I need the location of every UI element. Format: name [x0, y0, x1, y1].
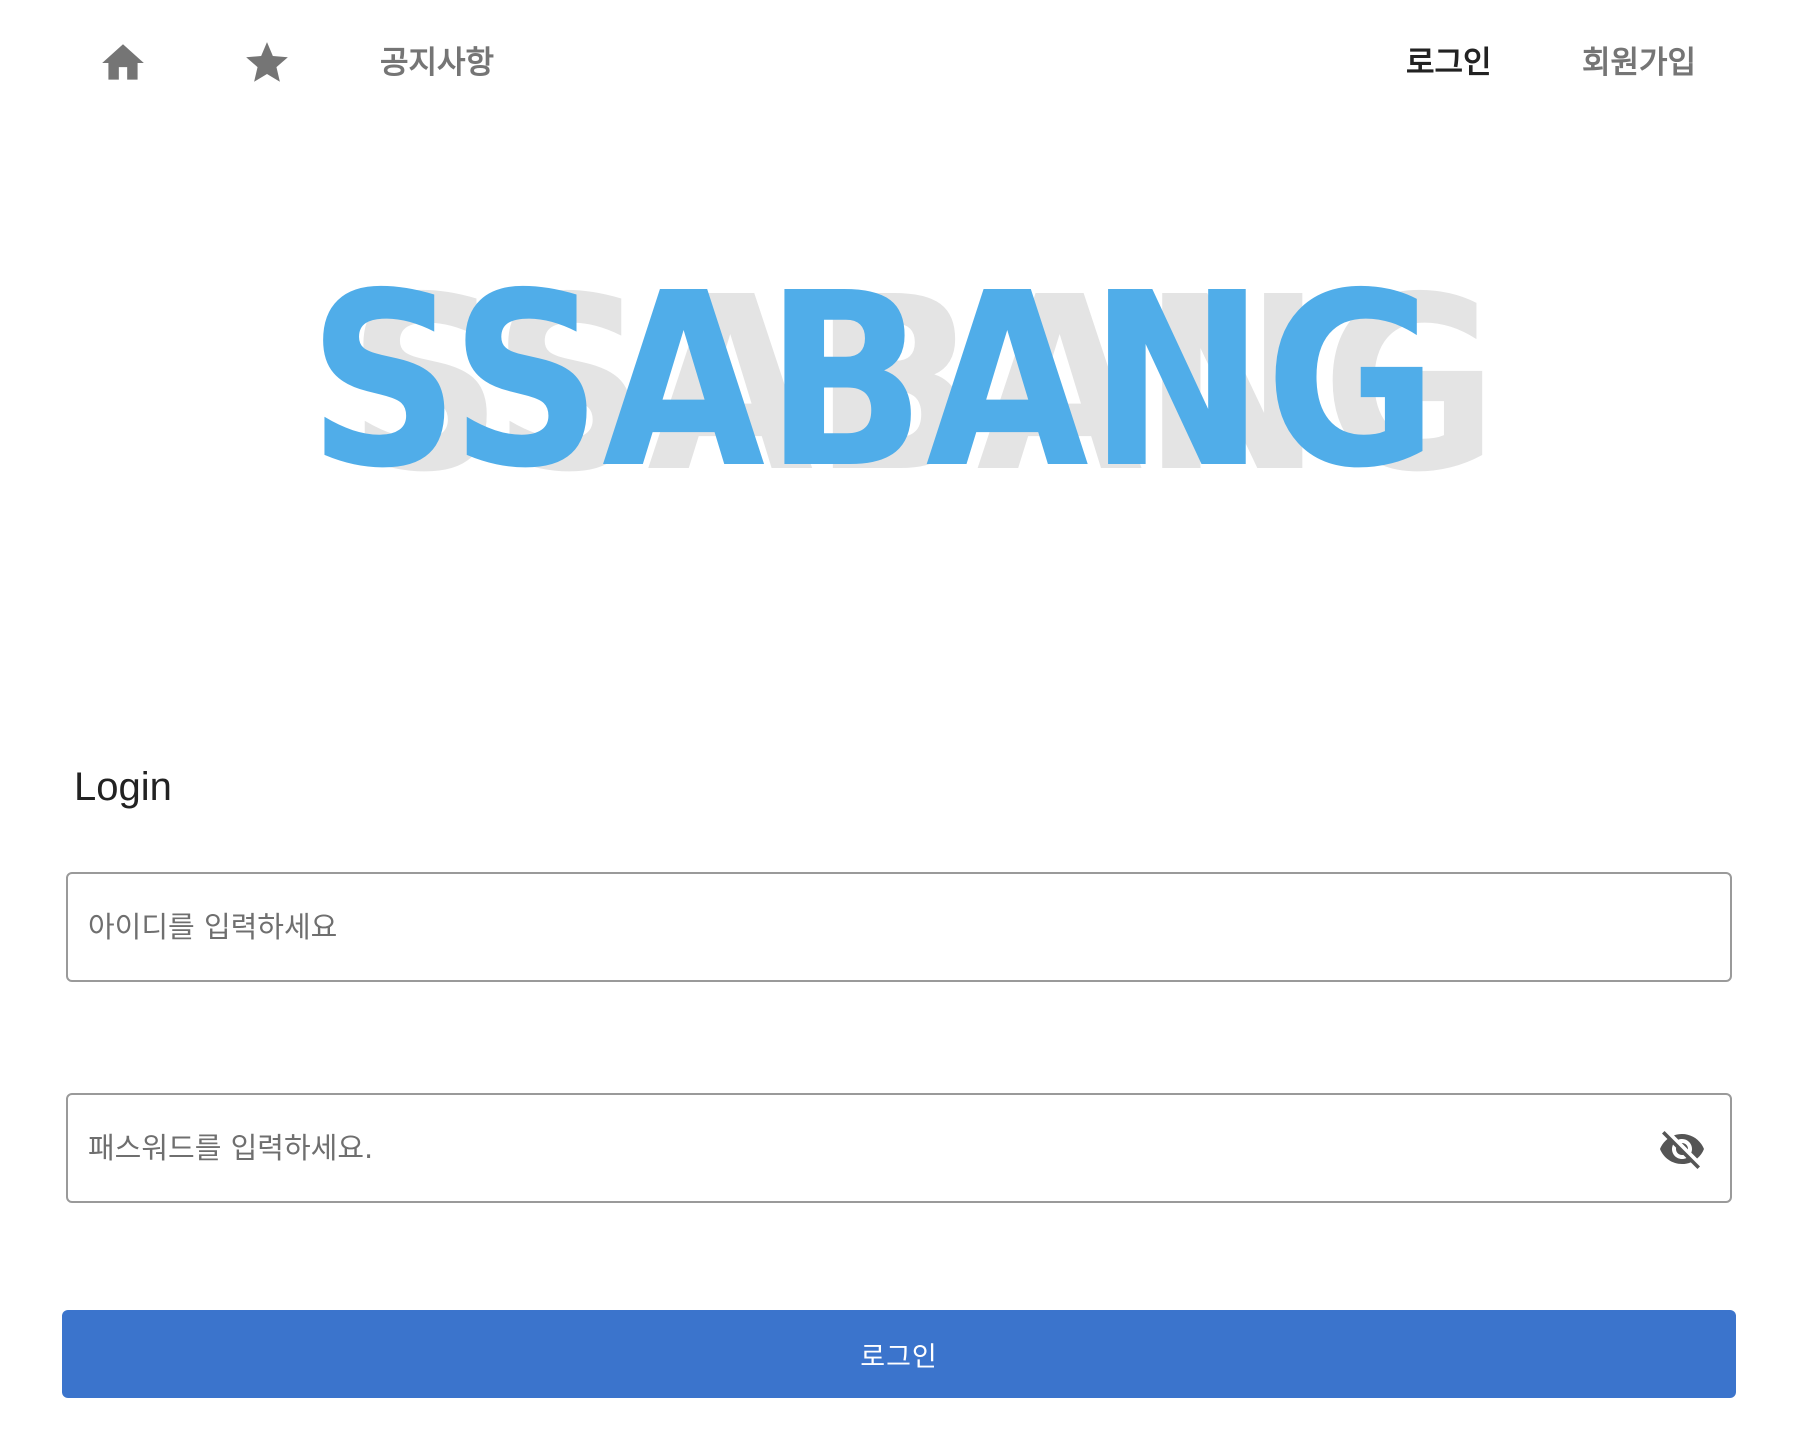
password-input[interactable] — [88, 1095, 1648, 1201]
password-field — [66, 1093, 1732, 1203]
nav-notice-link[interactable]: 공지사항 — [380, 34, 494, 84]
nav-login-link[interactable]: 로그인 — [1406, 34, 1492, 84]
svg-text:SSABANG: SSABANG — [308, 268, 1438, 494]
login-title: Login — [74, 765, 172, 809]
login-button[interactable]: 로그인 — [62, 1310, 1736, 1398]
home-icon[interactable] — [98, 38, 148, 88]
eye-off-icon[interactable] — [1658, 1125, 1706, 1173]
ssabang-logo: SSABANG SSABANG — [296, 268, 1506, 494]
star-icon[interactable] — [242, 38, 292, 88]
nav-signup-link[interactable]: 회원가입 — [1582, 34, 1696, 84]
top-navigation: 공지사항 로그인 회원가입 — [0, 0, 1800, 116]
id-input[interactable] — [88, 874, 1648, 980]
id-field — [66, 872, 1732, 982]
